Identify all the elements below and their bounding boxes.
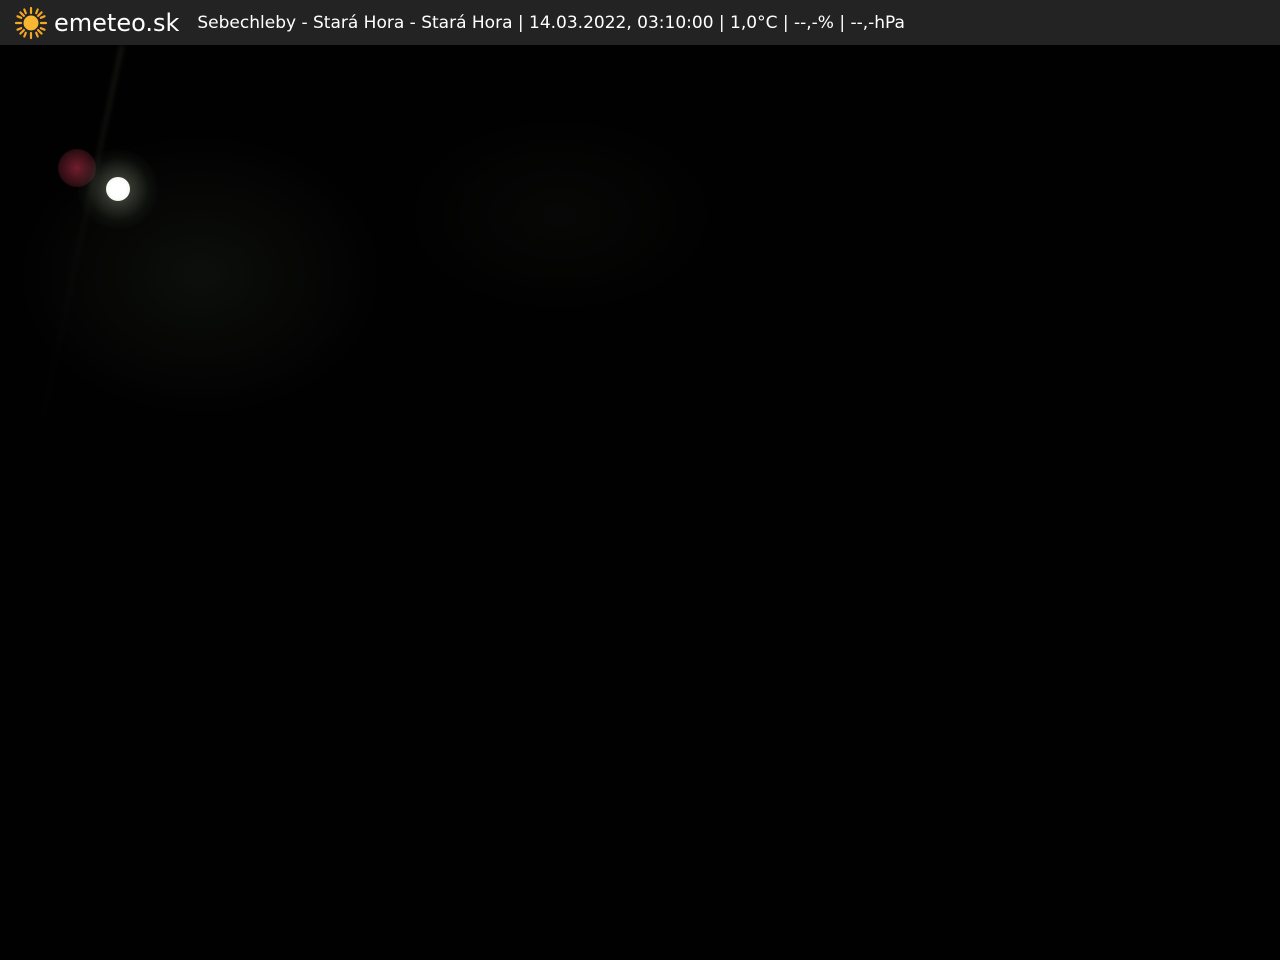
sun-icon (14, 6, 48, 40)
station-caption: Sebechleby - Stará Hora - Stará Hora | 1… (197, 12, 905, 33)
moon (106, 177, 130, 201)
webcam-frame: emeteo.sk Sebechleby - Stará Hora - Star… (0, 0, 1280, 960)
header-bar: emeteo.sk Sebechleby - Stará Hora - Star… (0, 0, 1280, 45)
brand-logo-text: emeteo.sk (54, 8, 180, 37)
light-streak (32, 45, 124, 457)
webcam-image (0, 45, 1280, 960)
